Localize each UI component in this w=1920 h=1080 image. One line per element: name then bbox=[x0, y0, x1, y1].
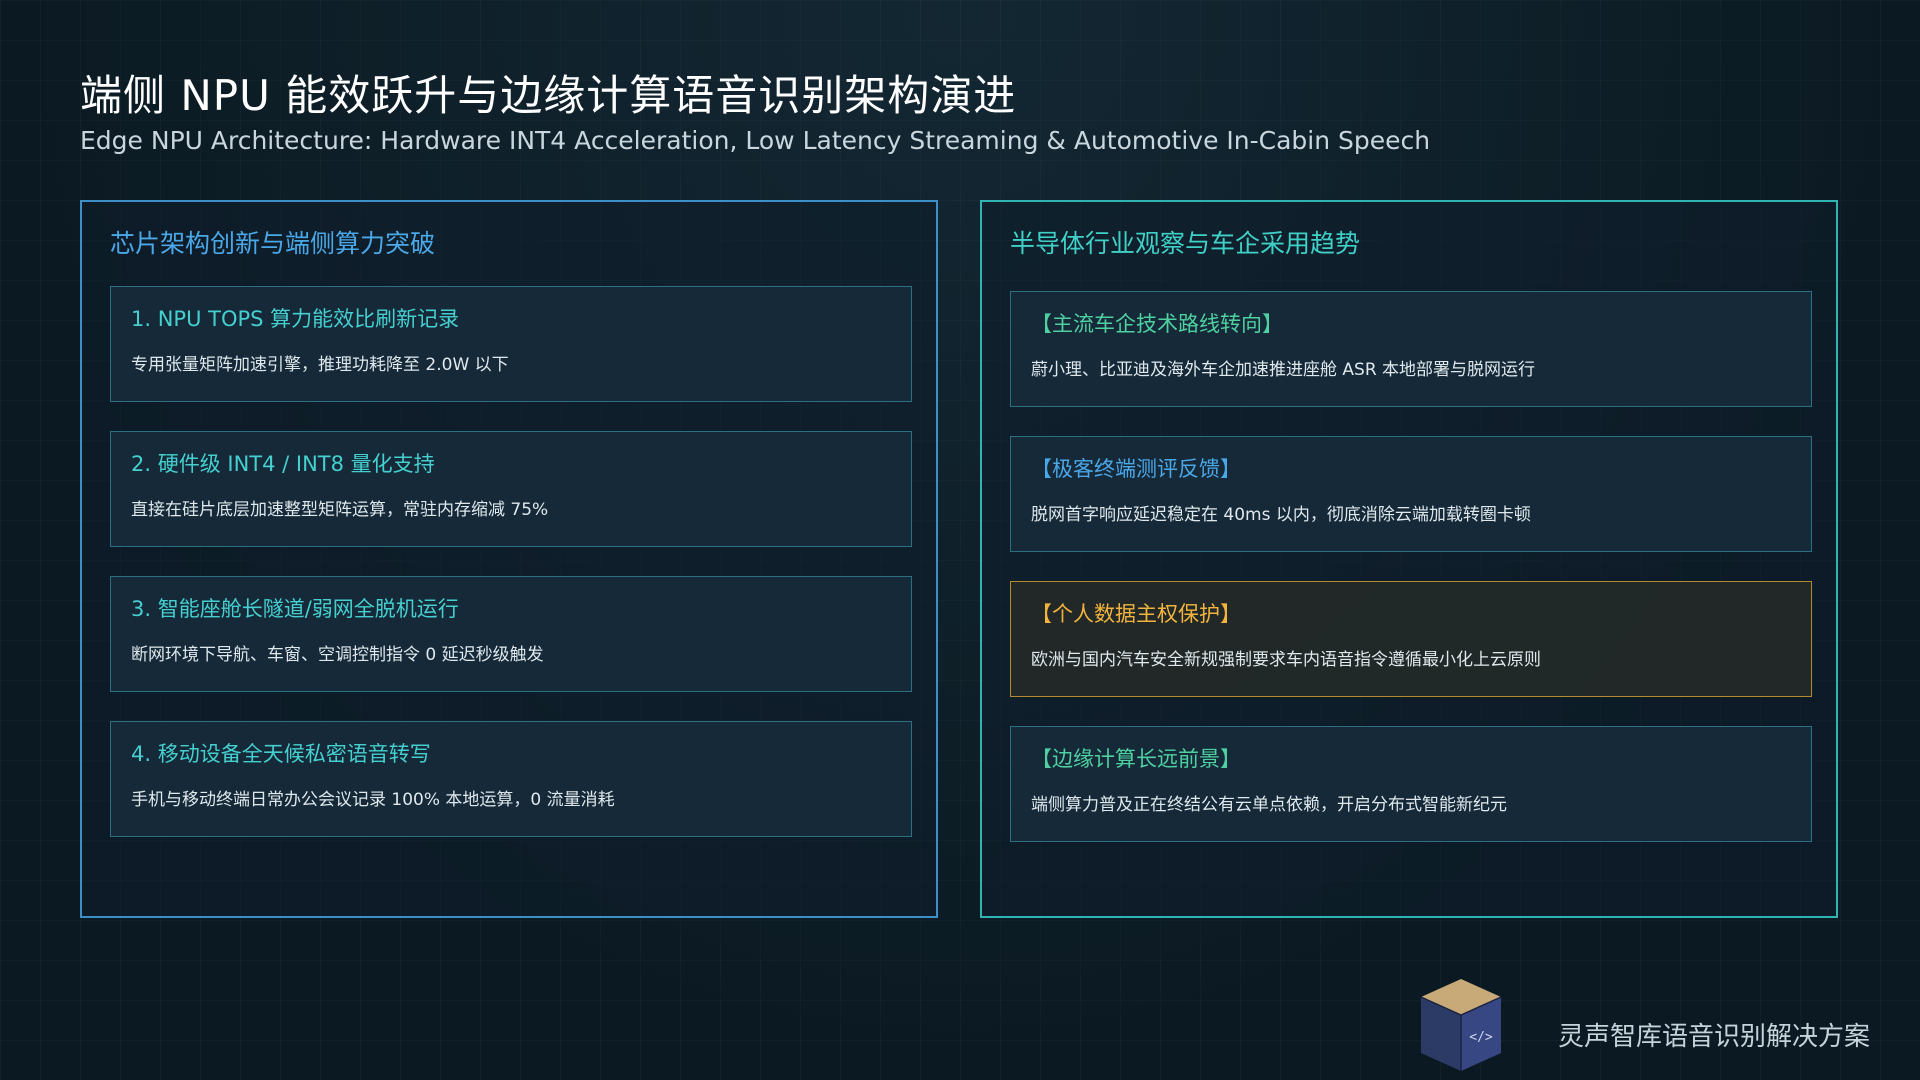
card-title: 【极客终端测评反馈】 bbox=[1031, 457, 1241, 481]
info-card: 1. NPU TOPS 算力能效比刷新记录 专用张量矩阵加速引擎，推理功耗降至 … bbox=[110, 286, 912, 402]
card-description: 欧洲与国内汽车安全新规强制要求车内语音指令遵循最小化上云原则 bbox=[1031, 650, 1541, 670]
info-card: 【个人数据主权保护】 欧洲与国内汽车安全新规强制要求车内语音指令遵循最小化上云原… bbox=[1010, 581, 1812, 697]
industry-trends-panel: 半导体行业观察与车企采用趋势 【主流车企技术路线转向】 蔚小理、比亚迪及海外车企… bbox=[980, 200, 1838, 918]
panel-heading: 芯片架构创新与端侧算力突破 bbox=[110, 229, 436, 258]
card-description: 端侧算力普及正在终结公有云单点依赖，开启分布式智能新纪元 bbox=[1031, 795, 1507, 815]
svg-text:</>: </> bbox=[1469, 1030, 1493, 1045]
info-card: 3. 智能座舱长隧道/弱网全脱机运行 断网环境下导航、车窗、空调控制指令 0 延… bbox=[110, 576, 912, 692]
footer-brand: 灵声智库语音识别解决方案 bbox=[1558, 1022, 1871, 1052]
card-title: 【个人数据主权保护】 bbox=[1031, 602, 1241, 626]
info-card: 【边缘计算长远前景】 端侧算力普及正在终结公有云单点依赖，开启分布式智能新纪元 bbox=[1010, 726, 1812, 842]
card-title: 3. 智能座舱长隧道/弱网全脱机运行 bbox=[131, 597, 459, 621]
card-title: 2. 硬件级 INT4 / INT8 量化支持 bbox=[131, 452, 435, 476]
card-title: 4. 移动设备全天候私密语音转写 bbox=[131, 742, 431, 766]
card-description: 断网环境下导航、车窗、空调控制指令 0 延迟秒级触发 bbox=[131, 645, 544, 665]
info-card: 【极客终端测评反馈】 脱网首字响应延迟稳定在 40ms 以内，彻底消除云端加载转… bbox=[1010, 436, 1812, 552]
card-title: 1. NPU TOPS 算力能效比刷新记录 bbox=[131, 307, 460, 331]
code-cube-icon: </> bbox=[1415, 975, 1507, 1075]
card-description: 脱网首字响应延迟稳定在 40ms 以内，彻底消除云端加载转圈卡顿 bbox=[1031, 505, 1531, 525]
info-card: 【主流车企技术路线转向】 蔚小理、比亚迪及海外车企加速推进座舱 ASR 本地部署… bbox=[1010, 291, 1812, 407]
page-title: 端侧 NPU 能效跃升与边缘计算语音识别架构演进 bbox=[80, 71, 1017, 120]
card-title: 【边缘计算长远前景】 bbox=[1031, 747, 1241, 771]
info-card: 2. 硬件级 INT4 / INT8 量化支持 直接在硅片底层加速整型矩阵运算，… bbox=[110, 431, 912, 547]
card-description: 蔚小理、比亚迪及海外车企加速推进座舱 ASR 本地部署与脱网运行 bbox=[1031, 360, 1536, 380]
page-subtitle: Edge NPU Architecture: Hardware INT4 Acc… bbox=[80, 126, 1431, 155]
panel-heading: 半导体行业观察与车企采用趋势 bbox=[1010, 229, 1361, 258]
card-title: 【主流车企技术路线转向】 bbox=[1031, 312, 1283, 336]
card-description: 直接在硅片底层加速整型矩阵运算，常驻内存缩减 75% bbox=[131, 500, 549, 520]
chip-innovation-panel: 芯片架构创新与端侧算力突破 1. NPU TOPS 算力能效比刷新记录 专用张量… bbox=[80, 200, 938, 918]
card-description: 专用张量矩阵加速引擎，推理功耗降至 2.0W 以下 bbox=[131, 355, 509, 375]
info-card: 4. 移动设备全天候私密语音转写 手机与移动终端日常办公会议记录 100% 本地… bbox=[110, 721, 912, 837]
card-description: 手机与移动终端日常办公会议记录 100% 本地运算，0 流量消耗 bbox=[131, 790, 615, 810]
